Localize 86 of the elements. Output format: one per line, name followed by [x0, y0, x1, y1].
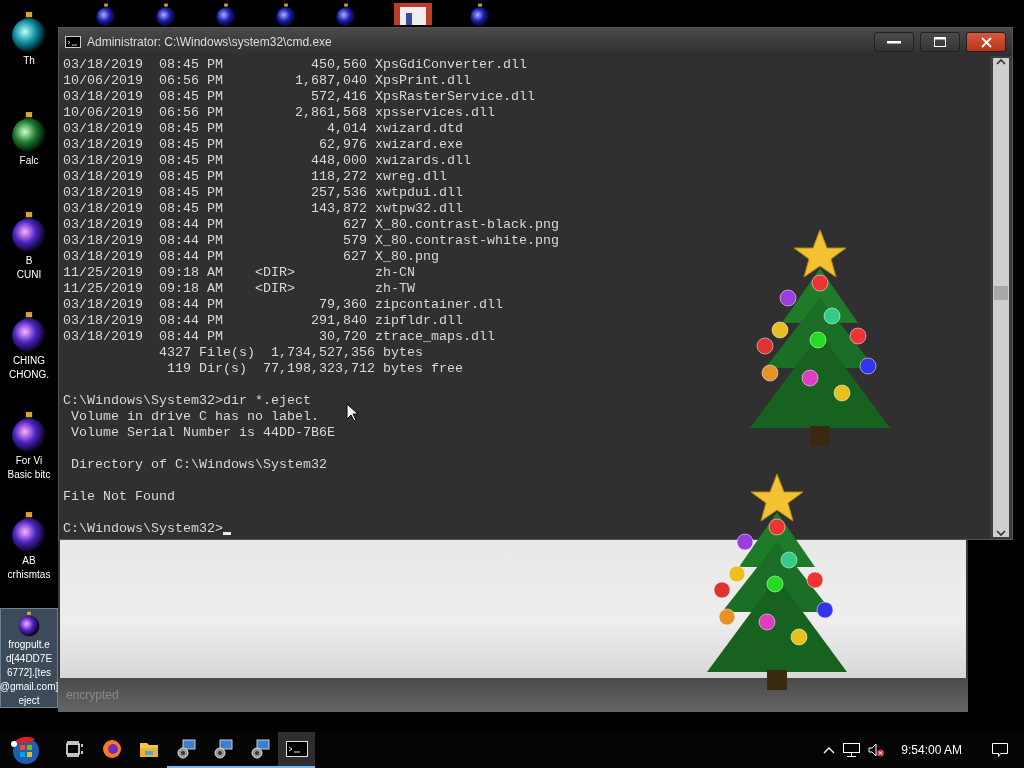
folder-icon [138, 740, 159, 758]
console-line: 03/18/2019 08:45 PM 572,416 XpsRasterService.dll [63, 89, 535, 105]
ornament-icon[interactable] [154, 3, 178, 27]
icon-label: Th [23, 55, 35, 67]
minimize-button[interactable] [874, 32, 914, 52]
ornament-icon[interactable] [274, 3, 298, 27]
icon-label: CHONG. [9, 369, 49, 381]
icon-label: Falc [19, 155, 39, 167]
scrollbar[interactable] [993, 58, 1009, 537]
console-line: 03/18/2019 08:45 PM 62,976 xwizard.exe [63, 137, 463, 153]
minimize-icon [887, 40, 901, 44]
maximize-button[interactable] [920, 32, 960, 52]
network-button[interactable] [843, 743, 861, 757]
desktop-icon[interactable]: AB crhismtas [0, 508, 58, 608]
mouse-pointer-icon [346, 403, 358, 422]
icon-label: For Vi [15, 455, 43, 467]
browser-icon [101, 739, 122, 759]
desktop-icon[interactable]: For Vi Basic bitc [0, 408, 58, 508]
desktop-icon[interactable]: Th [0, 8, 58, 108]
command-prompt: C:\Windows\System32> [63, 521, 223, 537]
speaker-muted-icon [868, 743, 886, 757]
console-line: 03/18/2019 08:44 PM 579 X_80.contrast-white.png [63, 233, 559, 249]
close-button[interactable] [966, 32, 1006, 52]
window-title: Administrator: C:\Windows\system32\cmd.exe [87, 35, 333, 49]
console-line: Directory of C:\Windows\System32 [70, 457, 327, 473]
desktop-icon[interactable]: CHING CHONG. [0, 308, 58, 408]
icon-label: AB [22, 555, 36, 567]
icon-label: 6772].[tes [7, 667, 51, 679]
console-line: File Not Found [63, 489, 175, 505]
console-line: C:\Windows\System32>dir *.eject [63, 393, 311, 409]
ornament-icon[interactable] [468, 3, 492, 27]
icon-label: Basic bitc [7, 469, 51, 481]
console-line: 03/18/2019 08:44 PM 627 X_80.contrast-black.png [63, 217, 559, 233]
ornament-icon[interactable] [94, 3, 118, 27]
close-icon [980, 36, 992, 48]
console-line: 03/18/2019 08:44 PM 30,720 ztrace_maps.dll [63, 329, 495, 345]
icon-label: frogpult.e [8, 639, 50, 651]
desktop-icon[interactable]: B CUNI [0, 208, 58, 308]
monitor-gear-icon [212, 739, 233, 759]
clock[interactable]: 9:54:00 AM [901, 743, 962, 757]
console-icon [65, 36, 81, 48]
console-line: 119 Dir(s) 77,198,323,712 bytes free [165, 361, 463, 377]
ornament-icon[interactable] [214, 3, 238, 27]
console-line: 11/25/2019 09:18 AM <DIR> zh-CN [63, 265, 415, 281]
console-line: 03/18/2019 08:44 PM 291,840 zipfldr.dll [63, 313, 463, 329]
icon-label: B [25, 255, 33, 267]
icon-label: CUNI [16, 269, 42, 281]
console-line: 03/18/2019 08:44 PM 627 X_80.png [63, 249, 439, 265]
console-line: 10/06/2019 06:56 PM 2,861,568 xpsservices.dll [63, 105, 495, 121]
console-line: 03/18/2019 08:44 PM 79,360 zipcontainer.dll [63, 297, 503, 313]
desktop-icon[interactable]: Falc [0, 108, 58, 208]
taskbar-button[interactable] [278, 732, 315, 768]
icon-label: @gmail.com] [0, 681, 59, 693]
console-line: 03/18/2019 08:45 PM 257,536 xwtpdui.dll [63, 185, 463, 201]
console-line: 10/06/2019 06:56 PM 1,687,040 XpsPrint.dll [63, 73, 471, 89]
console-icon [285, 741, 308, 757]
text-cursor [222, 532, 231, 535]
scroll-up-icon [996, 58, 1006, 66]
monitor-gear-icon [249, 739, 270, 759]
volume-button[interactable] [868, 743, 886, 757]
console-line: 4327 File(s) 1,734,527,356 bytes [157, 345, 423, 361]
task-view-icon [65, 741, 84, 757]
console-line: 03/18/2019 08:45 PM 143,872 xwtpw32.dll [63, 201, 463, 217]
show-hidden-icons-button[interactable] [823, 746, 836, 754]
icon-label: eject [18, 695, 40, 707]
chevron-up-icon [823, 746, 836, 754]
console-line: Volume Serial Number is 44DD-7B6E [70, 425, 335, 441]
ornament-icon[interactable] [334, 3, 358, 27]
console-line: 03/18/2019 08:45 PM 4,014 xwizard.dtd [63, 121, 463, 137]
scrollbar-thumb[interactable] [994, 286, 1008, 300]
picture-icon[interactable] [394, 3, 432, 25]
console-line: 03/18/2019 08:45 PM 448,000 xwizards.dll [63, 153, 471, 169]
console-line: Volume in drive C has no label. [70, 409, 319, 425]
scroll-down-icon [996, 529, 1006, 537]
icon-label: crhismtas [7, 569, 51, 581]
icon-label: d[44DD7E [5, 653, 53, 665]
maximize-icon [934, 37, 946, 47]
network-icon [843, 743, 861, 757]
icon-label: CHING [12, 355, 46, 367]
console-line: 03/18/2019 08:45 PM 118,272 xwreg.dll [63, 169, 447, 185]
monitor-gear-icon [175, 739, 196, 759]
console-line: 11/25/2019 09:18 AM <DIR> zh-TW [63, 281, 415, 297]
notifications-button[interactable] [992, 742, 1008, 758]
notification-icon [992, 742, 1008, 758]
desktop-icon[interactable]: frogpult.e d[44DD7E 6772].[tes @gmail.com] eject [0, 608, 58, 708]
console-line: 03/18/2019 08:45 PM 450,560 XpsGdiConverter.dll [63, 57, 527, 73]
